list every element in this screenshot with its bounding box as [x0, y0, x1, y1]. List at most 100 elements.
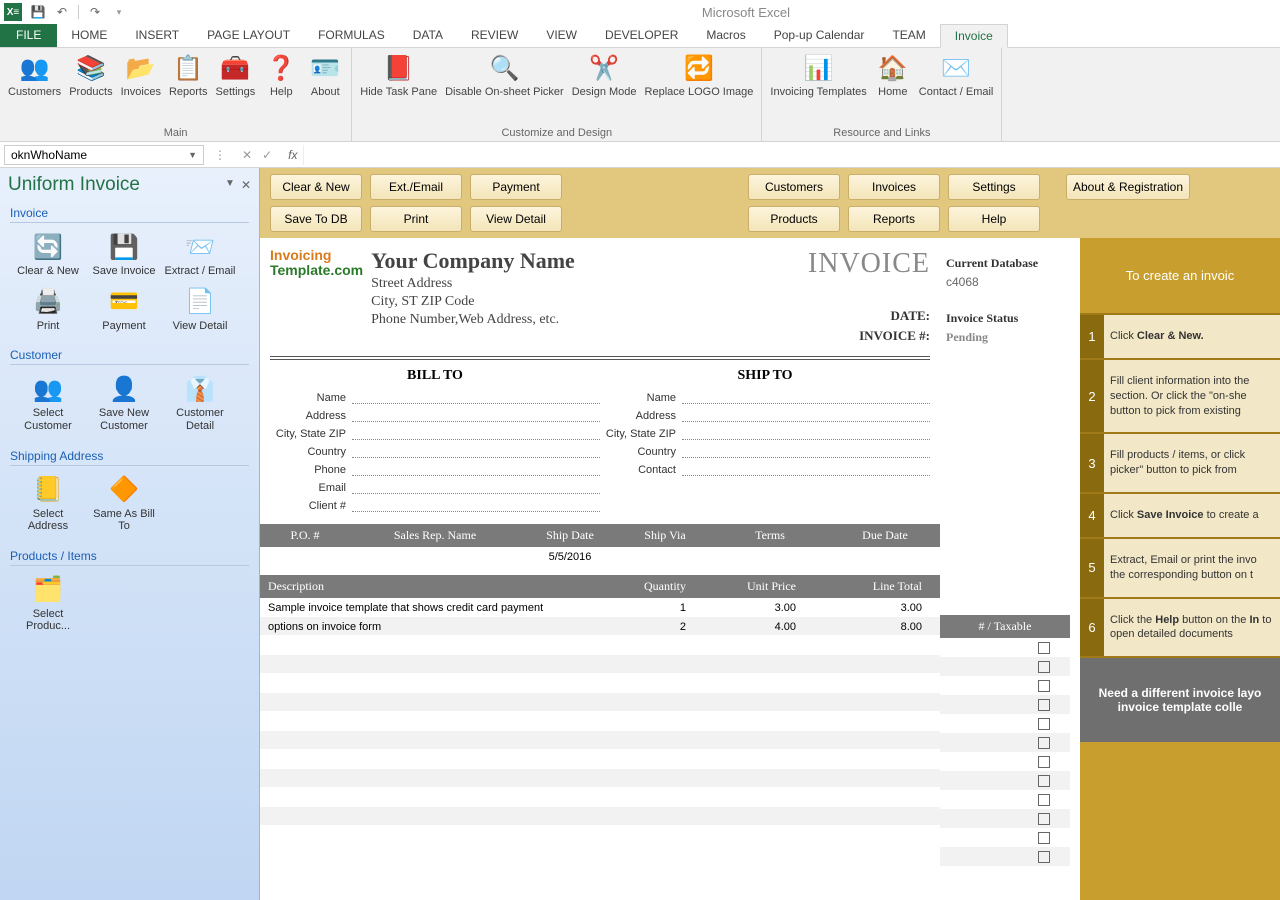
settings-button[interactable]: 🧰Settings — [212, 50, 260, 123]
bill-field[interactable] — [352, 480, 600, 494]
ship-date-value[interactable]: 5/5/2016 — [520, 547, 620, 567]
tab-developer[interactable]: DEVELOPER — [591, 24, 692, 47]
invoicing-templates-button[interactable]: 📊Invoicing Templates — [766, 50, 870, 123]
tab-home[interactable]: HOME — [57, 24, 121, 47]
tab-insert[interactable]: INSERT — [121, 24, 193, 47]
taskpane-menu-icon[interactable]: ▼ — [225, 178, 235, 192]
item-row[interactable] — [260, 655, 940, 674]
about-registration-button[interactable]: About & Registration — [1066, 174, 1190, 200]
company-city[interactable]: City, ST ZIP Code — [371, 294, 808, 310]
tab-pop-up-calendar[interactable]: Pop-up Calendar — [760, 24, 879, 47]
taxable-checkbox[interactable] — [1038, 680, 1050, 692]
fb-expand-icon[interactable]: ⋮ — [208, 148, 232, 162]
bill-field[interactable] — [352, 444, 600, 458]
accept-icon[interactable]: ✓ — [262, 148, 272, 162]
item-row[interactable]: options on invoice form24.008.00 — [260, 617, 940, 636]
select-products-button[interactable]: 🗂️Select Produc... — [10, 570, 86, 637]
help-button[interactable]: ❓Help — [259, 50, 303, 123]
save-to-db-button[interactable]: Save To DB — [270, 206, 362, 232]
tab-data[interactable]: DATA — [399, 24, 457, 47]
save-new-customer-button[interactable]: 👤Save New Customer — [86, 369, 162, 436]
about-button[interactable]: 🪪About — [303, 50, 347, 123]
customers-button[interactable]: 👥Customers — [4, 50, 65, 123]
company-name[interactable]: Your Company Name — [371, 248, 808, 274]
item-row[interactable]: Sample invoice template that shows credi… — [260, 598, 940, 617]
invoices-button[interactable]: 📂Invoices — [117, 50, 165, 123]
tab-page-layout[interactable]: PAGE LAYOUT — [193, 24, 304, 47]
name-box[interactable]: oknWhoName ▼ — [4, 145, 204, 165]
item-row[interactable] — [260, 712, 940, 731]
save-icon[interactable]: 💾 — [30, 4, 46, 20]
payment-button[interactable]: 💳Payment — [86, 282, 162, 337]
taxable-checkbox[interactable] — [1038, 794, 1050, 806]
fx-icon[interactable]: fx — [282, 148, 303, 162]
select-address-button[interactable]: 📒Select Address — [10, 470, 86, 537]
ship-field[interactable] — [682, 390, 930, 404]
customer-detail-button[interactable]: 👔Customer Detail — [162, 369, 238, 436]
products-button[interactable]: Products — [748, 206, 840, 232]
bill-field[interactable] — [352, 462, 600, 476]
item-row[interactable] — [260, 788, 940, 807]
ship-field[interactable] — [682, 426, 930, 440]
save-invoice-button[interactable]: 💾Save Invoice — [86, 227, 162, 282]
print-button[interactable]: Print — [370, 206, 462, 232]
replace-logo-button[interactable]: 🔁Replace LOGO Image — [641, 50, 758, 123]
close-icon[interactable]: ✕ — [241, 178, 251, 192]
item-row[interactable] — [260, 693, 940, 712]
taxable-checkbox[interactable] — [1038, 851, 1050, 863]
settings-button[interactable]: Settings — [948, 174, 1040, 200]
home-button[interactable]: 🏠Home — [871, 50, 915, 123]
customers-button[interactable]: Customers — [748, 174, 840, 200]
cancel-icon[interactable]: ✕ — [242, 148, 252, 162]
tab-invoice[interactable]: Invoice — [940, 24, 1008, 48]
reports-button[interactable]: Reports — [848, 206, 940, 232]
redo-icon[interactable]: ↷ — [87, 4, 103, 20]
item-row[interactable] — [260, 750, 940, 769]
disable-onsheet-picker-button[interactable]: 🔍Disable On-sheet Picker — [441, 50, 568, 123]
tab-team[interactable]: TEAM — [878, 24, 939, 47]
bill-field[interactable] — [352, 498, 600, 512]
view-detail-button[interactable]: View Detail — [470, 206, 562, 232]
ship-field[interactable] — [682, 462, 930, 476]
item-row[interactable] — [260, 807, 940, 826]
taxable-checkbox[interactable] — [1038, 699, 1050, 711]
ship-field[interactable] — [682, 408, 930, 422]
contact-email-button[interactable]: ✉️Contact / Email — [915, 50, 998, 123]
company-phone[interactable]: Phone Number,Web Address, etc. — [371, 312, 808, 328]
chevron-down-icon[interactable]: ▼ — [188, 150, 197, 160]
same-as-bill-button[interactable]: 🔶Same As Bill To — [86, 470, 162, 537]
company-street[interactable]: Street Address — [371, 276, 808, 292]
select-customer-button[interactable]: 👥Select Customer — [10, 369, 86, 436]
ext-email-button[interactable]: Ext./Email — [370, 174, 462, 200]
taxable-checkbox[interactable] — [1038, 832, 1050, 844]
print-button[interactable]: 🖨️Print — [10, 282, 86, 337]
taxable-checkbox[interactable] — [1038, 775, 1050, 787]
tab-view[interactable]: VIEW — [532, 24, 591, 47]
bill-field[interactable] — [352, 426, 600, 440]
invoices-button[interactable]: Invoices — [848, 174, 940, 200]
tab-review[interactable]: REVIEW — [457, 24, 532, 47]
taxable-checkbox[interactable] — [1038, 756, 1050, 768]
bill-field[interactable] — [352, 408, 600, 422]
taxable-checkbox[interactable] — [1038, 642, 1050, 654]
products-button[interactable]: 📚Products — [65, 50, 116, 123]
item-row[interactable] — [260, 636, 940, 655]
tab-formulas[interactable]: FORMULAS — [304, 24, 399, 47]
hide-task-pane-button[interactable]: 📕Hide Task Pane — [356, 50, 441, 123]
detail-row[interactable]: 5/5/2016 — [260, 547, 940, 567]
tab-file[interactable]: FILE — [0, 24, 57, 47]
extract-email-button[interactable]: 📨Extract / Email — [162, 227, 238, 282]
taxable-checkbox[interactable] — [1038, 718, 1050, 730]
customize-qat-icon[interactable]: ▾ — [111, 4, 127, 20]
bill-field[interactable] — [352, 390, 600, 404]
tab-macros[interactable]: Macros — [692, 24, 759, 47]
clear-new-button[interactable]: 🔄Clear & New — [10, 227, 86, 282]
taxable-checkbox[interactable] — [1038, 813, 1050, 825]
formula-input[interactable] — [303, 145, 1280, 165]
item-row[interactable] — [260, 769, 940, 788]
clear-new-button[interactable]: Clear & New — [270, 174, 362, 200]
taxable-checkbox[interactable] — [1038, 737, 1050, 749]
help-button[interactable]: Help — [948, 206, 1040, 232]
undo-icon[interactable]: ↶ — [54, 4, 70, 20]
taxable-checkbox[interactable] — [1038, 661, 1050, 673]
